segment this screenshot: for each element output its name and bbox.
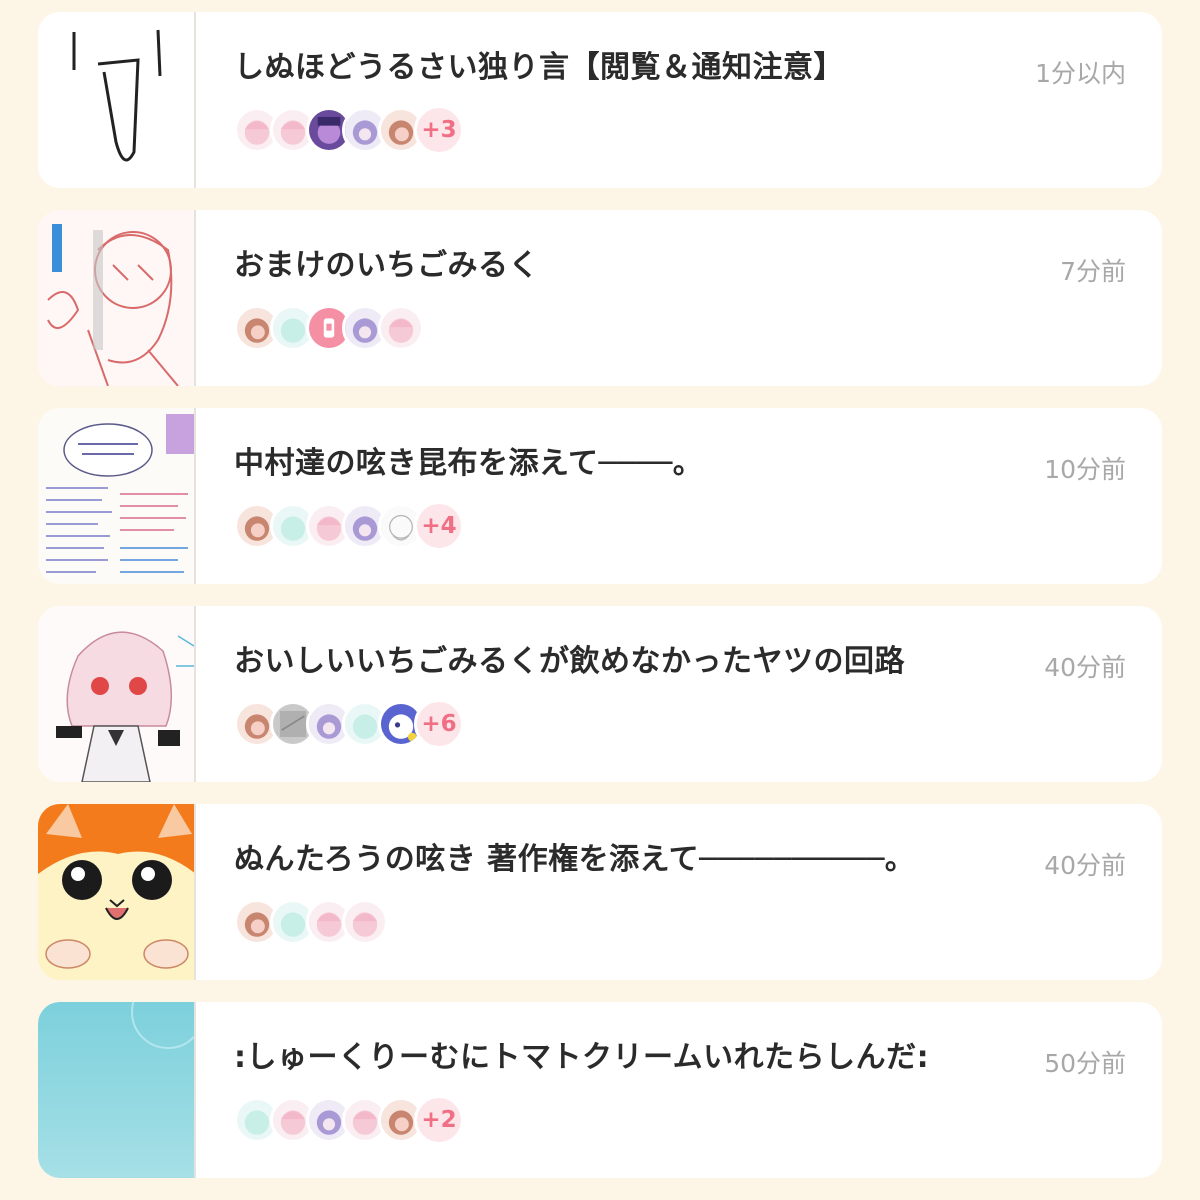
participant-avatars [234, 304, 1162, 352]
thread-card[interactable]: ぬんたろうの呟き 著作権を添えて──────────。 40分前 [38, 804, 1162, 980]
thread-thumbnail [38, 804, 196, 980]
participant-avatars: +4 [234, 501, 1162, 551]
thread-time: 40分前 [1044, 653, 1126, 682]
thread-title: ぬんたろうの呟き 著作権を添えて──────────。 [234, 842, 916, 877]
participant-avatars [234, 898, 1162, 946]
more-participants-badge[interactable]: +2 [414, 1095, 464, 1145]
thread-time: 10分前 [1044, 455, 1126, 484]
avatar [378, 305, 424, 351]
thread-thumbnail [38, 12, 196, 188]
more-participants-badge[interactable]: +4 [414, 501, 464, 551]
thread-card[interactable]: しぬほどうるさい独り言【閲覧＆通知注意】 +3 1分以内 [38, 12, 1162, 188]
thread-list: しぬほどうるさい独り言【閲覧＆通知注意】 +3 1分以内 おまけのいちごみるく … [38, 12, 1162, 1200]
thread-title: おまけのいちごみるく [234, 248, 539, 283]
thread-title: 中村達の呟き昆布を添えて────。 [234, 446, 704, 481]
avatar [342, 899, 388, 945]
thread-thumbnail [38, 210, 196, 386]
thread-thumbnail [38, 606, 196, 782]
thread-card[interactable]: 中村達の呟き昆布を添えて────。 +4 10分前 [38, 408, 1162, 584]
thread-card[interactable]: おまけのいちごみるく 7分前 [38, 210, 1162, 386]
thread-title: :しゅーくりーむにトマトクリームいれたらしんだ: [234, 1040, 930, 1075]
participant-avatars: +2 [234, 1095, 1162, 1145]
more-participants-badge[interactable]: +3 [414, 105, 464, 155]
participant-avatars: +6 [234, 699, 1162, 749]
thread-time: 50分前 [1044, 1049, 1126, 1078]
thread-title: しぬほどうるさい独り言【閲覧＆通知注意】 [234, 50, 844, 85]
thread-thumbnail [38, 408, 196, 584]
participant-avatars: +3 [234, 105, 1162, 155]
thread-title: おいしいいちごみるくが飲めなかったヤツの回路 [234, 644, 905, 679]
thread-card[interactable]: おいしいいちごみるくが飲めなかったヤツの回路 +6 40分前 [38, 606, 1162, 782]
thread-card[interactable]: :しゅーくりーむにトマトクリームいれたらしんだ: +2 50分前 [38, 1002, 1162, 1178]
more-participants-badge[interactable]: +6 [414, 699, 464, 749]
thread-thumbnail [38, 1002, 196, 1178]
thread-time: 7分前 [1060, 257, 1126, 286]
thread-time: 40分前 [1044, 851, 1126, 880]
thread-time: 1分以内 [1035, 59, 1126, 88]
